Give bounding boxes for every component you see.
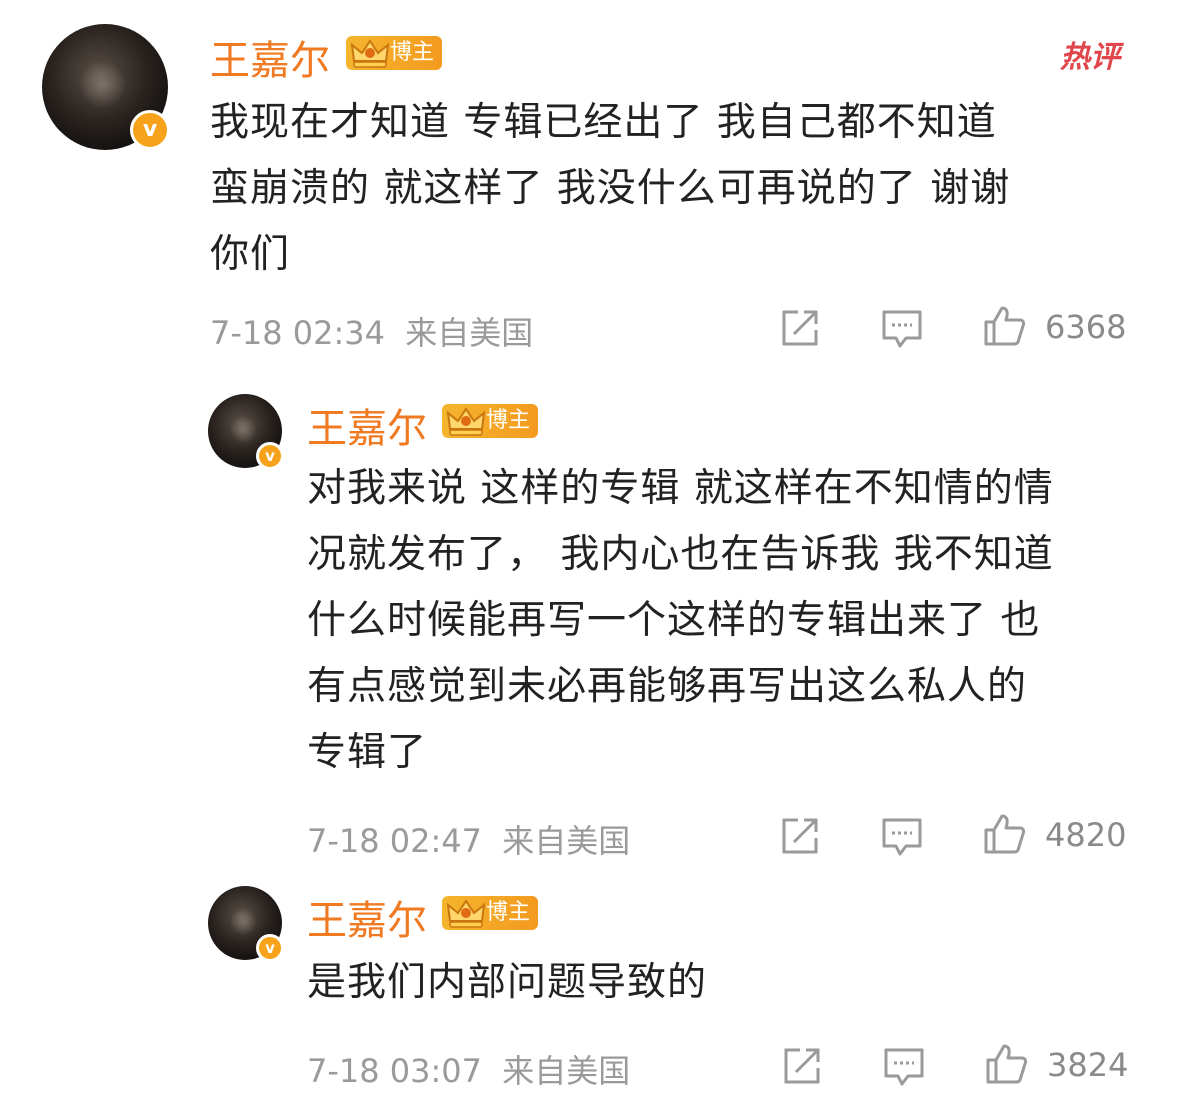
watermark-fade: [1019, 1081, 1179, 1115]
like-count: 6368: [1045, 308, 1127, 346]
share-icon[interactable]: [778, 306, 822, 350]
comment-text: 对我来说 这样的专辑 就这样在不知情的情 况就发布了， 我内心也在告诉我 我不知…: [307, 466, 1054, 775]
location: 来自美国: [502, 1052, 631, 1090]
hot-comment-label: 热评: [1060, 40, 1120, 75]
timestamp: 7-18 02:47: [307, 822, 483, 860]
location: 来自美国: [405, 314, 534, 352]
badge-label: 博主: [486, 408, 531, 433]
avatar[interactable]: v: [208, 886, 284, 962]
timestamp: 7-18 02:34: [210, 314, 386, 352]
blogger-badge: 博主: [346, 36, 443, 70]
like-count: 3824: [1047, 1046, 1129, 1084]
avatar[interactable]: v: [208, 394, 284, 470]
thumbs-up-icon[interactable]: [984, 1042, 1028, 1086]
badge-label: 博主: [390, 40, 435, 65]
verified-icon: v: [256, 934, 284, 962]
verified-icon: v: [256, 442, 284, 470]
crown-icon: [446, 899, 486, 928]
share-icon[interactable]: [778, 814, 822, 858]
comment-meta: 7-18 02:34 来自美国: [210, 308, 533, 354]
share-icon[interactable]: [780, 1044, 824, 1088]
timestamp: 7-18 03:07: [307, 1052, 483, 1090]
thumbs-up-icon[interactable]: [982, 304, 1026, 348]
blogger-badge: 博主: [442, 896, 539, 930]
username[interactable]: 王嘉尔: [210, 28, 330, 86]
crown-icon: [350, 39, 390, 68]
avatar[interactable]: v: [42, 24, 170, 150]
comment-meta: 7-18 02:47 来自美国: [307, 816, 630, 862]
blogger-badge: 博主: [442, 404, 539, 438]
username[interactable]: 王嘉尔: [307, 888, 427, 946]
comment-meta: 7-18 03:07 来自美国: [307, 1046, 630, 1092]
comment-icon[interactable]: [880, 814, 924, 858]
comment-thread: v 王嘉尔 博主 热评 我现在才知道 专辑已经出了 我自己都不知道 蛮崩溃的 就…: [0, 0, 1179, 1115]
comment-text: 我现在才知道 专辑已经出了 我自己都不知道 蛮崩溃的 就这样了 我没什么可再说的…: [210, 100, 1011, 277]
badge-label: 博主: [486, 900, 531, 925]
verified-icon: v: [130, 110, 170, 150]
comment-icon[interactable]: [880, 306, 924, 350]
thumbs-up-icon[interactable]: [982, 812, 1026, 856]
username[interactable]: 王嘉尔: [307, 396, 427, 454]
comment-text: 是我们内部问题导致的: [307, 960, 708, 1005]
crown-icon: [446, 407, 486, 436]
like-count: 4820: [1045, 816, 1127, 854]
comment-icon[interactable]: [882, 1044, 926, 1088]
location: 来自美国: [502, 822, 631, 860]
